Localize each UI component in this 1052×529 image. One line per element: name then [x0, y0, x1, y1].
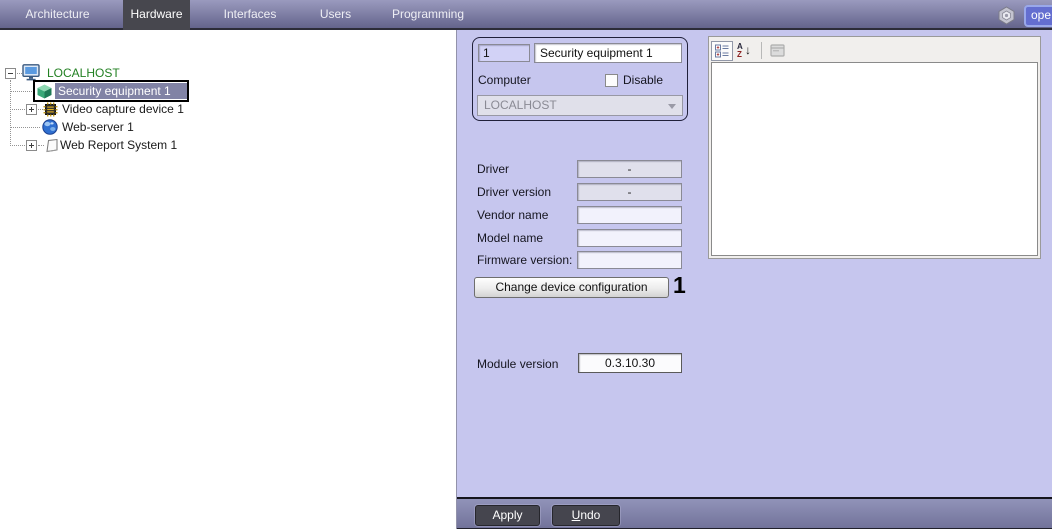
expand-toggle-web-report[interactable] — [26, 140, 37, 151]
change-device-configuration-button[interactable]: Change device configuration — [474, 277, 669, 298]
property-pages-icon — [766, 41, 788, 61]
tree-item-localhost[interactable]: LOCALHOST — [47, 66, 120, 80]
field-value-driver: - — [577, 160, 682, 178]
tab-programming[interactable]: Programming — [388, 0, 468, 28]
tree-item-security-equipment[interactable]: Security equipment 1 — [33, 80, 189, 102]
tab-hardware[interactable]: Hardware — [123, 0, 190, 30]
tree-item-web-report[interactable]: Web Report System 1 — [60, 138, 177, 152]
computer-select-value: LOCALHOST — [484, 98, 557, 112]
tree-item-video-capture[interactable]: Video capture device 1 — [62, 102, 184, 116]
application-window: Architecture Hardware Interfaces Users P… — [0, 0, 1052, 529]
report-page-icon — [46, 138, 58, 153]
field-value-firmware-version[interactable] — [577, 251, 682, 269]
footer-bar: Apply Undo — [457, 497, 1052, 529]
tree-connector — [10, 109, 25, 110]
undo-button-label: Undo — [571, 508, 601, 522]
tab-users[interactable]: Users — [308, 0, 363, 28]
categorized-icon[interactable] — [711, 40, 733, 61]
field-value-model-name[interactable] — [577, 229, 682, 247]
hardware-tree-panel: LOCALHOST Security equipment 1 Video cap… — [0, 30, 456, 529]
hexagon-logo-icon — [998, 6, 1015, 25]
tree-item-label: Security equipment 1 — [55, 83, 187, 99]
name-input[interactable]: Security equipment 1 — [534, 43, 682, 63]
computer-select[interactable]: LOCALHOST — [477, 95, 683, 116]
tab-architecture[interactable]: Architecture — [10, 0, 105, 28]
id-input[interactable]: 1 — [478, 44, 530, 62]
field-label-model-name: Model name — [477, 231, 544, 245]
disable-label: Disable — [623, 73, 664, 87]
expand-toggle-video-capture[interactable] — [26, 104, 37, 115]
tree-connector — [38, 145, 44, 146]
field-label-vendor-name: Vendor name — [477, 208, 549, 222]
module-version-label: Module version — [477, 357, 559, 371]
property-grid-panel: A Z ↓ — [708, 36, 1041, 259]
field-label-driver: Driver — [477, 162, 509, 176]
tree-item-web-server[interactable]: Web-server 1 — [62, 120, 134, 134]
apply-button[interactable]: Apply — [475, 505, 540, 526]
field-label-driver-version: Driver version — [477, 185, 552, 199]
globe-icon — [42, 119, 58, 135]
field-value-vendor-name[interactable] — [577, 206, 682, 224]
toolbar-separator — [761, 42, 762, 59]
property-grid-content — [711, 62, 1038, 256]
tree-connector — [10, 80, 11, 146]
computer-icon — [22, 64, 40, 81]
chevron-down-icon — [668, 104, 676, 109]
module-version-value: 0.3.10.30 — [578, 353, 682, 373]
field-label-firmware-version: Firmware version: — [477, 253, 573, 267]
computer-label: Computer — [478, 73, 531, 87]
callout-number: 1 — [673, 272, 686, 298]
corner-operator-button[interactable]: ope — [1024, 5, 1052, 27]
expand-toggle-localhost[interactable] — [5, 68, 16, 79]
field-value-driver-version: - — [577, 183, 682, 201]
disable-checkbox[interactable] — [605, 74, 618, 87]
main-menu-bar: Architecture Hardware Interfaces Users P… — [0, 0, 1052, 30]
sort-az-icon[interactable]: A Z ↓ — [734, 41, 756, 61]
tree-connector — [10, 127, 40, 128]
tab-interfaces[interactable]: Interfaces — [213, 0, 287, 28]
video-capture-icon — [43, 102, 58, 117]
tree-connector — [10, 145, 25, 146]
property-grid-toolbar: A Z ↓ — [711, 40, 789, 61]
undo-button[interactable]: Undo — [552, 505, 620, 526]
security-cube-icon — [37, 84, 52, 99]
tree-connector — [10, 91, 32, 92]
